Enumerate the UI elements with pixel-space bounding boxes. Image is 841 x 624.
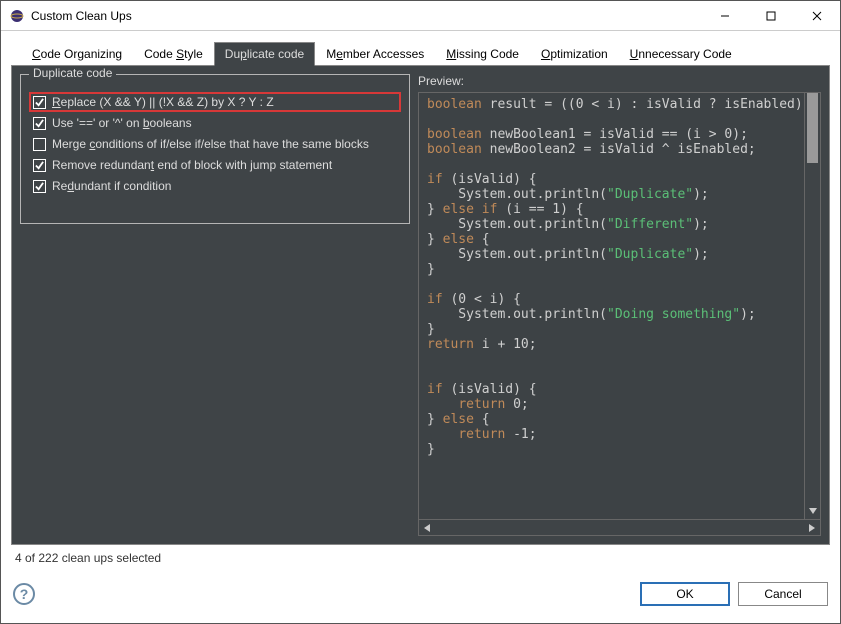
option-label: Redundant if condition [52,179,171,193]
minimize-button[interactable] [702,1,748,30]
close-button[interactable] [794,1,840,30]
horizontal-scrollbar[interactable] [419,519,820,535]
maximize-button[interactable] [748,1,794,30]
cleanup-option-1[interactable]: Use '==' or '^' on booleans [31,115,399,131]
option-label: Replace (X && Y) || (!X && Z) by X ? Y :… [52,95,274,109]
eclipse-icon [9,8,25,24]
scroll-down-icon[interactable] [805,503,820,519]
preview-label: Preview: [418,74,821,88]
titlebar: Custom Clean Ups [1,1,840,31]
cleanup-options-list: Replace (X && Y) || (!X && Z) by X ? Y :… [31,94,399,194]
tab-4[interactable]: Missing Code [435,42,530,66]
title-controls [702,1,840,30]
dialog-window: Custom Clean Ups Code OrganizingCode Sty… [0,0,841,624]
tab-strip: Code OrganizingCode StyleDuplicate codeM… [21,39,830,65]
checkbox-icon[interactable] [33,138,46,151]
preview-column: Preview: boolean result = ((0 < i) : isV… [418,74,821,536]
tab-panel: Duplicate code Replace (X && Y) || (!X &… [11,65,830,545]
window-title: Custom Clean Ups [31,9,702,23]
tab-6[interactable]: Unnecessary Code [619,42,743,66]
left-column: Duplicate code Replace (X && Y) || (!X &… [20,74,410,536]
cleanup-option-4[interactable]: Redundant if condition [31,178,399,194]
cleanup-option-2[interactable]: Merge conditions of if/else if/else that… [31,136,399,152]
cleanup-option-0[interactable]: Replace (X && Y) || (!X && Z) by X ? Y :… [31,94,399,110]
checkbox-icon[interactable] [33,117,46,130]
checkbox-icon[interactable] [33,159,46,172]
client-area: Code OrganizingCode StyleDuplicate codeM… [1,31,840,575]
footer: ? OK Cancel [1,575,840,623]
vertical-scrollbar[interactable] [804,93,820,519]
tab-2[interactable]: Duplicate code [214,42,315,66]
option-label: Remove redundant end of block with jump … [52,158,332,172]
ok-button[interactable]: OK [640,582,730,606]
cancel-button[interactable]: Cancel [738,582,828,606]
scroll-left-icon[interactable] [419,520,435,535]
code-preview-content: boolean result = ((0 < i) : isValid ? is… [419,93,820,461]
tab-0[interactable]: Code Organizing [21,42,133,66]
scroll-right-icon[interactable] [804,520,820,535]
tab-3[interactable]: Member Accesses [315,42,435,66]
option-label: Merge conditions of if/else if/else that… [52,137,369,151]
checkbox-icon[interactable] [33,180,46,193]
checkbox-icon[interactable] [33,96,46,109]
tab-5[interactable]: Optimization [530,42,619,66]
help-icon[interactable]: ? [13,583,35,605]
cleanup-option-3[interactable]: Remove redundant end of block with jump … [31,157,399,173]
group-title: Duplicate code [29,66,116,80]
status-text: 4 of 222 clean ups selected [11,545,830,565]
option-label: Use '==' or '^' on booleans [52,116,192,130]
scroll-thumb[interactable] [807,93,818,163]
code-preview: boolean result = ((0 < i) : isValid ? is… [418,92,821,536]
duplicate-code-group: Duplicate code Replace (X && Y) || (!X &… [20,74,410,224]
tab-1[interactable]: Code Style [133,42,214,66]
